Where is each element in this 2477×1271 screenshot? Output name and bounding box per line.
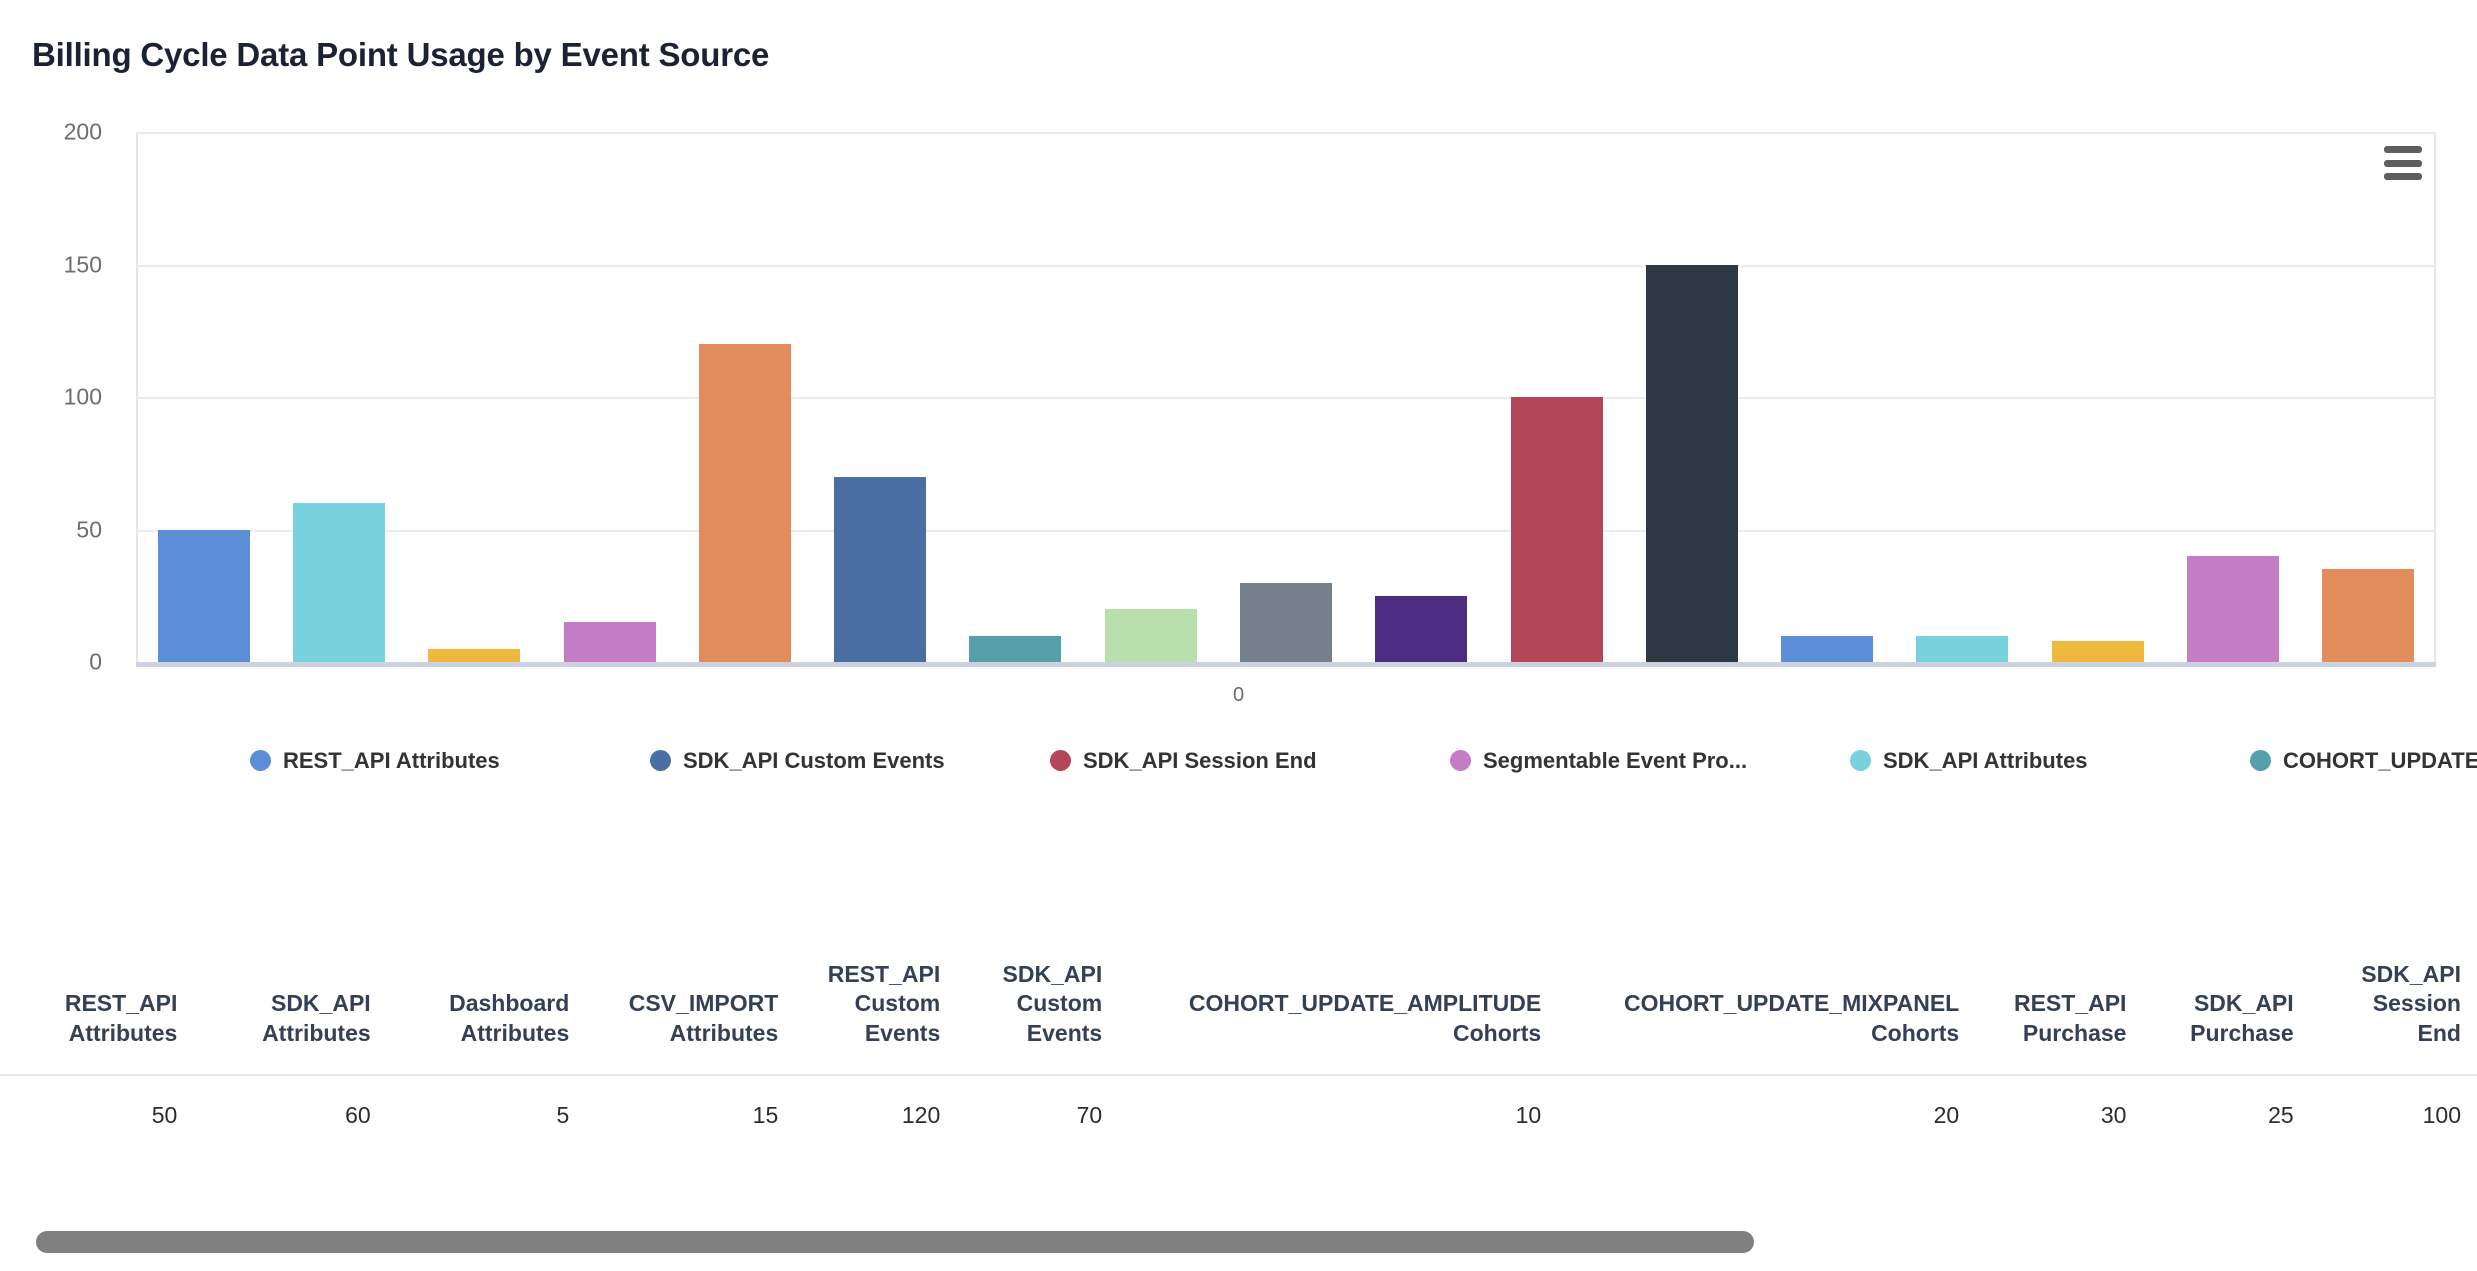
bar[interactable]	[2187, 556, 2280, 662]
bar[interactable]	[157, 529, 250, 662]
bar[interactable]	[2051, 640, 2144, 662]
bar-series	[136, 132, 2436, 662]
legend-color-swatch-icon	[1450, 750, 1471, 771]
bar[interactable]	[1510, 397, 1603, 662]
bar[interactable]	[1104, 609, 1197, 662]
table-cell: 100	[2309, 1074, 2477, 1156]
data-table: REST_API Attributes SDK_API Attributes Das…	[0, 960, 2477, 1156]
table-column-header[interactable]: COHORT_UPDATE_AMPLITUDE Cohorts	[1118, 960, 1557, 1075]
x-axis-tick-zero: 0	[1232, 684, 1245, 706]
legend-item-label: Segmentable Event Pro...	[1483, 747, 1748, 773]
horizontal-scrollbar-track[interactable]	[0, 1231, 2477, 1253]
bar[interactable]	[1781, 635, 1874, 662]
table-column-header[interactable]: CSV_IMPORT Attributes	[585, 960, 794, 1075]
table-cell: 25	[2142, 1074, 2310, 1156]
y-axis: 0 50 100 150 200	[0, 119, 124, 675]
legend-item[interactable]: SDK_API Session End	[1050, 745, 1450, 776]
table-column-header[interactable]: REST_API Attributes	[0, 960, 193, 1075]
legend-item-label: COHORT_UPDATE_AMP...	[2283, 747, 2477, 773]
hamburger-menu-icon[interactable]	[2384, 146, 2422, 180]
bar[interactable]	[292, 503, 385, 662]
legend-item[interactable]: SDK_API Custom Events	[650, 745, 1050, 776]
table-column-header[interactable]: COHORT_UPDATE_MIXPANEL Cohorts	[1557, 960, 1975, 1075]
legend-item[interactable]: Segmentable Event Pro...	[1450, 745, 1850, 776]
table-header-row: REST_API Attributes SDK_API Attributes Das…	[0, 960, 2477, 1075]
bar[interactable]	[698, 344, 791, 662]
legend-item-label: SDK_API Attributes	[1883, 747, 2088, 773]
bar[interactable]	[2322, 569, 2415, 662]
legend-item[interactable]: COHORT_UPDATE_AMP...	[2250, 745, 2477, 776]
legend-item-label: SDK_API Custom Events	[683, 747, 945, 773]
legend-color-swatch-icon	[650, 750, 671, 771]
y-axis-tick: 100	[63, 383, 102, 410]
legend-item[interactable]: SDK_API Attributes	[1850, 745, 2250, 776]
legend-color-swatch-icon	[250, 750, 271, 771]
bar[interactable]	[969, 635, 1062, 662]
legend-item-label: REST_API Attributes	[283, 747, 500, 773]
chart-page: Billing Cycle Data Point Usage by Event …	[0, 0, 2477, 1271]
table-body: 50 60 5 15 120 70 10 20 30 25 100	[0, 1074, 2477, 1156]
y-axis-tick: 200	[63, 118, 102, 145]
table-cell: 5	[386, 1074, 586, 1156]
table-cell: 20	[1557, 1074, 1976, 1156]
table-column-header[interactable]: SDK_API Attributes	[193, 960, 386, 1075]
table-column-header[interactable]: SDK_API Purchase	[2142, 960, 2309, 1075]
horizontal-scrollbar-thumb[interactable]	[36, 1231, 1754, 1253]
table-cell: 15	[585, 1074, 795, 1156]
table-cell: 10	[1118, 1074, 1558, 1156]
legend-item-label: SDK_API Session End	[1083, 747, 1317, 773]
table-column-header[interactable]: REST_API Purchase	[1975, 960, 2142, 1075]
table-cell: 30	[1975, 1074, 2143, 1156]
table-cell: 50	[0, 1074, 194, 1156]
table-column-header[interactable]: SDK_API Session End	[2310, 960, 2477, 1075]
legend-color-swatch-icon	[2250, 750, 2271, 771]
legend-item[interactable]: REST_API Attributes	[250, 745, 650, 776]
chart-legend: REST_API Attributes SDK_API Custom Events…	[250, 745, 2477, 776]
bar[interactable]	[1240, 582, 1332, 662]
x-axis-baseline	[136, 662, 2436, 667]
legend-color-swatch-icon	[1850, 750, 1871, 771]
y-axis-tick: 150	[63, 251, 102, 277]
y-axis-tick: 50	[76, 516, 102, 542]
table-row: 50 60 5 15 120 70 10 20 30 25 100	[0, 1074, 2477, 1156]
bar[interactable]	[1645, 264, 1738, 662]
plot-area	[136, 132, 2436, 667]
legend-color-swatch-icon	[1050, 750, 1071, 771]
bar[interactable]	[428, 648, 521, 662]
table-column-header[interactable]: SDK_API Custom Events	[956, 960, 1118, 1075]
page-title: Billing Cycle Data Point Usage by Event …	[32, 36, 770, 73]
data-table-container: REST_API Attributes SDK_API Attributes Das…	[0, 960, 2477, 1240]
bar[interactable]	[563, 622, 656, 662]
bar[interactable]	[1375, 595, 1468, 662]
table-column-header[interactable]: Dashboard Attributes	[387, 960, 586, 1075]
y-axis-tick: 0	[89, 648, 102, 675]
table-column-header[interactable]: REST_API Custom Events	[794, 960, 956, 1075]
bar[interactable]	[834, 476, 927, 662]
table-cell: 120	[794, 1074, 957, 1156]
table-cell: 60	[193, 1074, 387, 1156]
bar[interactable]	[1916, 635, 2009, 662]
table-cell: 70	[956, 1074, 1119, 1156]
